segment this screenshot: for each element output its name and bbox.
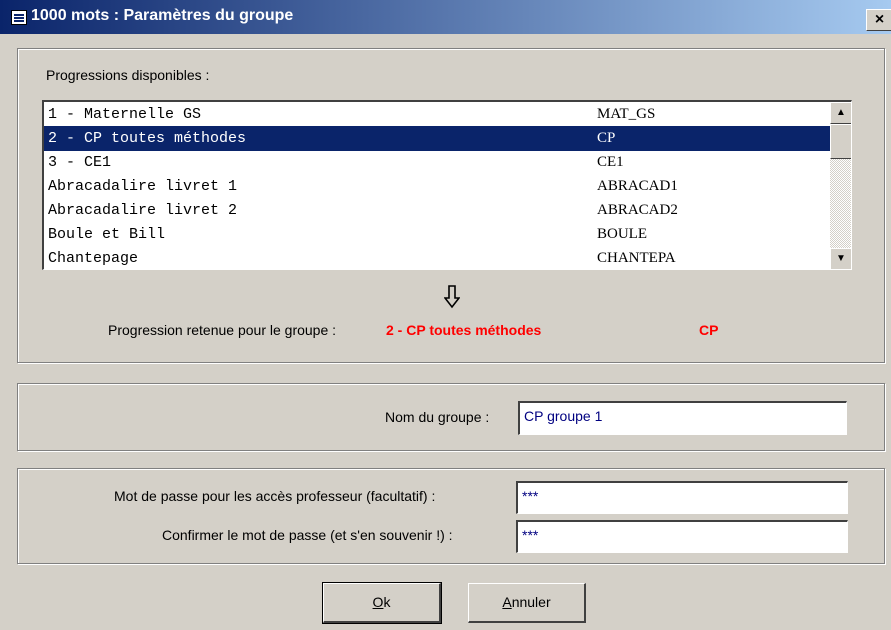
ok-label-mnemonic: O	[372, 594, 384, 610]
group-name-label: Nom du groupe :	[385, 409, 490, 425]
title-bar[interactable]: 1000 mots : Paramètres du groupe ×	[0, 0, 891, 34]
scroll-up-button[interactable]: ▲	[830, 102, 851, 124]
cancel-label-mnemonic: A	[502, 594, 512, 610]
progressions-label: Progressions disponibles :	[46, 67, 210, 83]
list-item-name: Chantepage	[48, 250, 139, 267]
confirm-password-label: Confirmer le mot de passe (et s'en souve…	[162, 527, 453, 543]
arrow-down-icon	[444, 285, 460, 309]
list-item-code: BOULE	[597, 226, 647, 242]
list-item-name: Abracadalire livret 1	[48, 178, 238, 195]
list-item-code: ABRACAD2	[597, 202, 678, 218]
list-item-code: MAT_GS	[597, 106, 656, 122]
confirm-password-field[interactable]: ***	[516, 520, 848, 553]
list-item-code: CP	[597, 130, 616, 146]
ok-button[interactable]: Ok	[322, 582, 442, 624]
list-item[interactable]: Abracadalire livret 1 ABRACAD1	[44, 174, 830, 199]
progressions-listbox[interactable]: 1 - Maternelle GS MAT_GS 2 - CP toutes mét…	[42, 100, 852, 270]
retained-progression-label: Progression retenue pour le groupe :	[108, 322, 337, 338]
scroll-thumb[interactable]	[830, 124, 851, 159]
password-label: Mot de passe pour les accès professeur (…	[114, 488, 436, 504]
list-item-code: CE1	[597, 154, 624, 170]
list-item[interactable]: Chantepage CHANTEPA	[44, 246, 830, 269]
list-item[interactable]: 1 - Maternelle GS MAT_GS	[44, 102, 830, 127]
window-title: 1000 mots : Paramètres du groupe	[31, 7, 294, 24]
list-item-name: 3 - CE1	[48, 154, 112, 171]
close-button[interactable]: ×	[866, 9, 891, 31]
list-item-name: 2 - CP toutes méthodes	[48, 130, 247, 147]
list-item-name: 1 - Maternelle GS	[48, 106, 202, 123]
cancel-button[interactable]: Annuler	[468, 583, 586, 623]
list-item[interactable]: 2 - CP toutes méthodes CP	[44, 126, 830, 151]
list-item[interactable]: Abracadalire livret 2 ABRACAD2	[44, 198, 830, 223]
list-item-code: CHANTEPA	[597, 250, 676, 266]
password-field[interactable]: ***	[516, 481, 848, 514]
vertical-scrollbar[interactable]: ▲ ▼	[830, 102, 851, 269]
list-item-code: ABRACAD1	[597, 178, 678, 194]
list-item[interactable]: 3 - CE1 CE1	[44, 150, 830, 175]
app-icon	[11, 10, 27, 25]
group-name-field[interactable]: CP groupe 1	[518, 401, 847, 435]
list-item-name: Abracadalire livret 2	[48, 202, 238, 219]
ok-label-rest: k	[383, 594, 391, 610]
retained-progression-name: 2 - CP toutes méthodes	[386, 322, 542, 338]
list-item[interactable]: Boule et Bill BOULE	[44, 222, 830, 247]
cancel-label-rest: nnuler	[511, 594, 551, 610]
scroll-down-button[interactable]: ▼	[830, 248, 851, 269]
list-item-name: Boule et Bill	[48, 226, 166, 243]
retained-progression-code: CP	[699, 322, 719, 338]
